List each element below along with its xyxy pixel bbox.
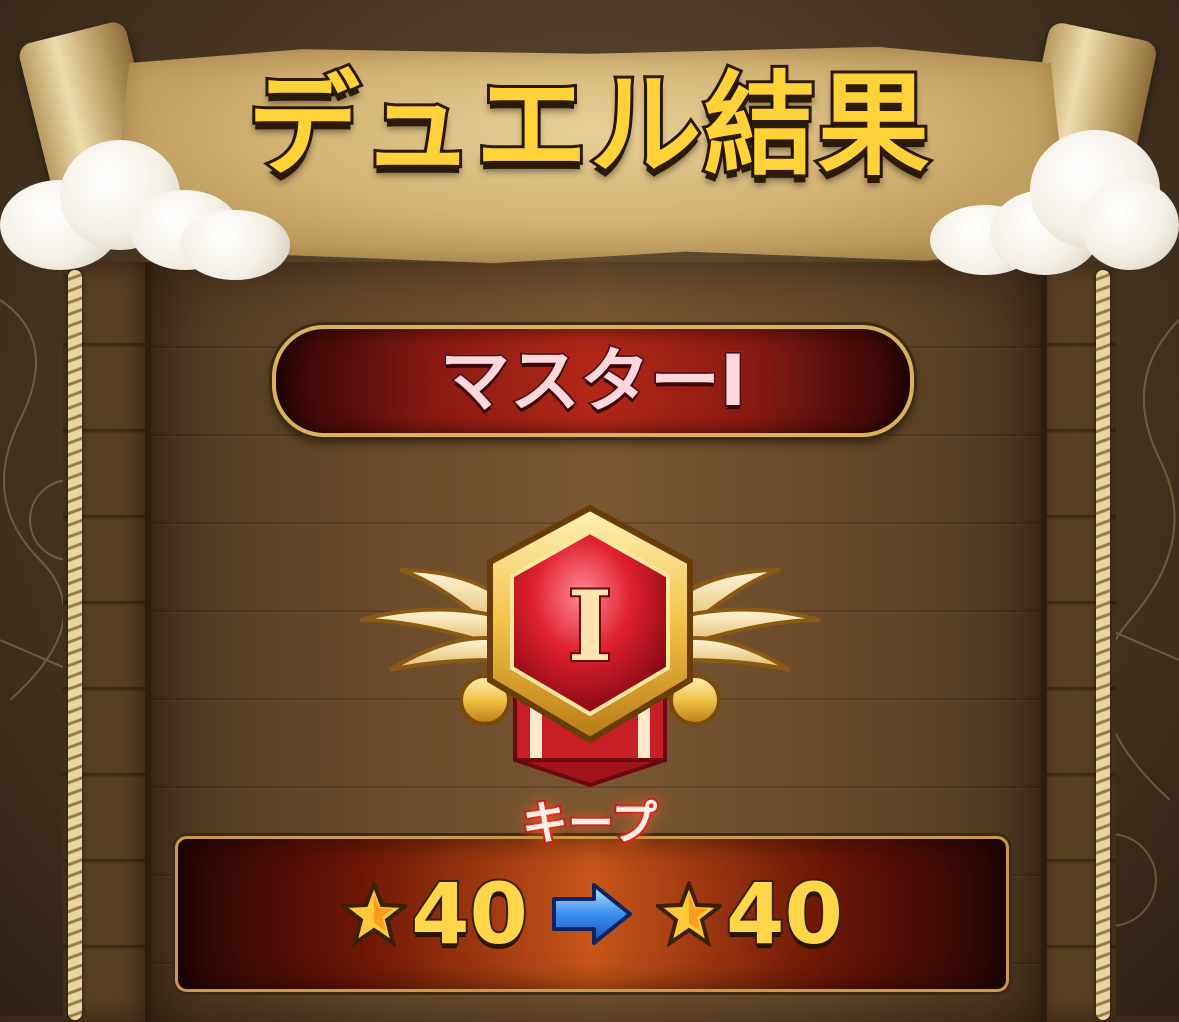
star-icon	[656, 881, 722, 947]
stars-after-value: 40	[724, 865, 845, 963]
star-icon	[341, 881, 408, 947]
left-wing	[359, 568, 508, 672]
page-title: デュエル結果	[245, 61, 933, 191]
star-change-panel: 40 40	[175, 836, 1009, 992]
result-status-label: キープ	[520, 796, 659, 850]
rank-emblem-icon: I	[359, 504, 821, 788]
left-rope	[68, 270, 82, 1020]
rank-label: マスターⅠ	[438, 340, 748, 422]
emblem-numeral: I	[568, 570, 613, 683]
rank-banner: マスターⅠ	[272, 325, 914, 437]
stars-before-value: 40	[409, 865, 530, 963]
arrow-right-icon	[552, 883, 632, 945]
right-wing	[672, 568, 821, 672]
right-rope	[1096, 270, 1110, 1020]
stars-after: 40	[656, 865, 845, 963]
stars-before: 40	[341, 865, 530, 963]
